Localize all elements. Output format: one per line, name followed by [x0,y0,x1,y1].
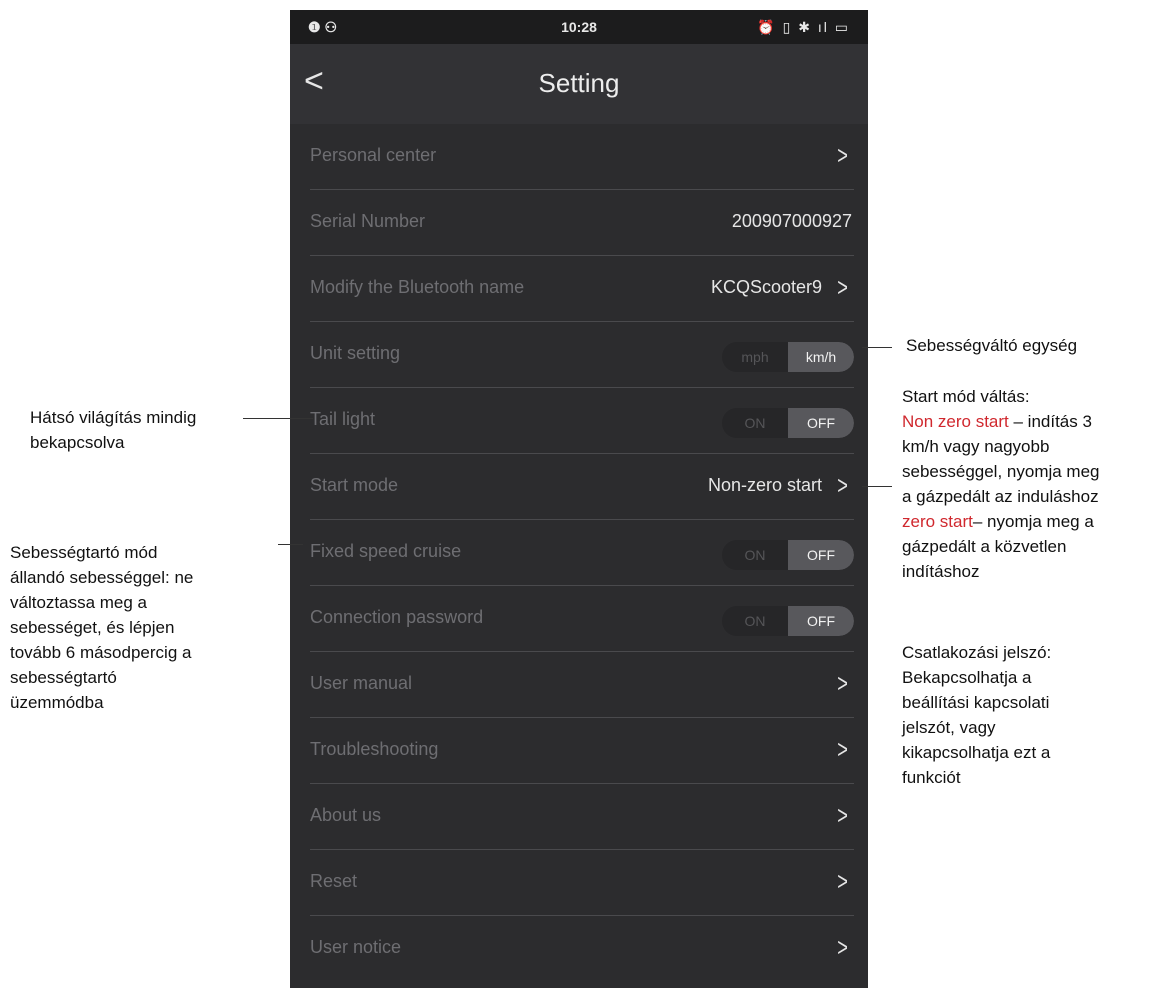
setting-start-mode[interactable]: Start mode Non-zero start > [310,454,854,520]
toggle-off[interactable]: OFF [788,540,854,570]
title-bar: < Setting [290,44,868,124]
chevron-right-icon: > [837,866,848,896]
toggle-on[interactable]: ON [722,408,788,438]
password-toggle[interactable]: ON OFF [722,606,854,636]
setting-tail-light: Tail light ON OFF [310,388,854,454]
annotation-leader [243,418,313,419]
annotation-password: Csatlakozási jelszó: Bekapcsolhatja a be… [902,640,1051,790]
tail-light-toggle[interactable]: ON OFF [722,408,854,438]
setting-label: Personal center [310,145,437,165]
annotation-tail-light: Hátsó világítás mindig bekapcsolva [30,405,196,455]
annotation-line: indításhoz [902,562,980,581]
annotation-line: beállítási kapcsolati [902,693,1050,712]
annotation-line: zero start– nyomja meg a [902,509,1100,534]
setting-connection-password: Connection password ON OFF [310,586,854,652]
annotation-line: bekapcsolva [30,433,125,452]
setting-label: User manual [310,673,413,693]
chevron-right-icon: > [837,800,848,830]
setting-bluetooth-name[interactable]: Modify the Bluetooth name KCQScooter9 > [310,256,854,322]
chevron-right-icon: > [837,932,848,962]
toggle-on[interactable]: ON [722,540,788,570]
serial-number-value: 200907000927 [731,211,852,231]
phone-screen: ❶ ⚇ 10:28 ⏰ ▯ ✱ ıl ▭ < Setting Personal … [290,10,868,988]
unit-option-kmh[interactable]: km/h [788,342,854,372]
toggle-on[interactable]: ON [722,606,788,636]
setting-user-notice[interactable]: User notice > [310,916,854,981]
annotation-leader [862,347,892,348]
setting-reset[interactable]: Reset > [310,850,854,916]
setting-fixed-speed-cruise: Fixed speed cruise ON OFF [310,520,854,586]
system-icons: ⏰ ▯ ✱ ıl ▭ [757,19,850,35]
annotation-highlight: Non zero start [902,412,1009,431]
setting-serial-number: Serial Number 200907000927 [310,190,854,256]
annotation-line: Bekapcsolhatja a [902,668,1032,687]
unit-option-mph[interactable]: mph [722,342,788,372]
setting-user-manual[interactable]: User manual > [310,652,854,718]
annotation-line: Csatlakozási jelszó: [902,643,1052,662]
start-mode-value: Non-zero start [707,475,822,495]
annotation-line: Start mód váltás: [902,387,1030,406]
annotation-line: sebességgel, nyomja meg [902,462,1100,481]
setting-label: Start mode [310,475,399,495]
setting-label: Unit setting [310,343,401,363]
annotation-line: sebességtartó [10,668,117,687]
chevron-right-icon: > [837,734,848,764]
setting-troubleshooting[interactable]: Troubleshooting > [310,718,854,784]
setting-label: Modify the Bluetooth name [310,277,525,297]
annotation-cruise: Sebességtartó mód állandó sebességgel: n… [10,540,193,715]
annotation-line: funkciót [902,768,961,787]
annotation-line: állandó sebességgel: ne [10,568,194,587]
annotation-highlight: zero start [902,512,973,531]
setting-label: Reset [310,871,358,891]
annotation-line: sebességet, és lépjen [10,618,175,637]
setting-label: Serial Number [310,211,426,231]
annotation-line: tovább 6 másodpercig a [10,643,192,662]
annotation-line: jelszót, vagy [902,718,996,737]
chevron-right-icon: > [837,668,848,698]
unit-toggle[interactable]: mph km/h [722,342,854,372]
page-title: Setting [538,68,620,98]
annotation-line: km/h vagy nagyobb [902,437,1050,456]
chevron-right-icon: > [837,470,848,500]
annotation-line: Hátsó világítás mindig [30,408,197,427]
setting-about-us[interactable]: About us > [310,784,854,850]
annotation-text: – indítás 3 [1008,412,1092,431]
setting-label: Tail light [310,409,376,429]
setting-personal-center[interactable]: Personal center > [310,124,854,190]
annotation-line: Non zero start – indítás 3 [902,409,1100,434]
setting-label: User notice [310,937,402,957]
annotation-line: gázpedált a közvetlen [902,537,1067,556]
annotation-line: változtassa meg a [10,593,148,612]
chevron-right-icon: > [837,272,848,302]
setting-label: Connection password [310,607,484,627]
chevron-right-icon: > [837,140,848,170]
toggle-off[interactable]: OFF [788,606,854,636]
annotation-line: kikapcsolhatja ezt a [902,743,1051,762]
setting-label: Fixed speed cruise [310,541,462,561]
annotation-start-mode: Start mód váltás: Non zero start – indít… [902,384,1100,584]
status-bar: ❶ ⚇ 10:28 ⏰ ▯ ✱ ıl ▭ [290,10,868,44]
setting-label: Troubleshooting [310,739,439,759]
annotation-line: Sebességtartó mód [10,543,158,562]
annotation-line: a gázpedált az induláshoz [902,487,1099,506]
setting-unit: Unit setting mph km/h [310,322,854,388]
annotation-leader [278,544,303,545]
cruise-toggle[interactable]: ON OFF [722,540,854,570]
annotation-line: üzemmódba [10,693,104,712]
bluetooth-name-value: KCQScooter9 [710,277,822,297]
annotation-unit: Sebességváltó egység [906,336,1078,355]
annotation-text: – nyomja meg a [972,512,1094,531]
annotation-leader [862,486,892,487]
toggle-off[interactable]: OFF [788,408,854,438]
setting-label: About us [310,805,382,825]
